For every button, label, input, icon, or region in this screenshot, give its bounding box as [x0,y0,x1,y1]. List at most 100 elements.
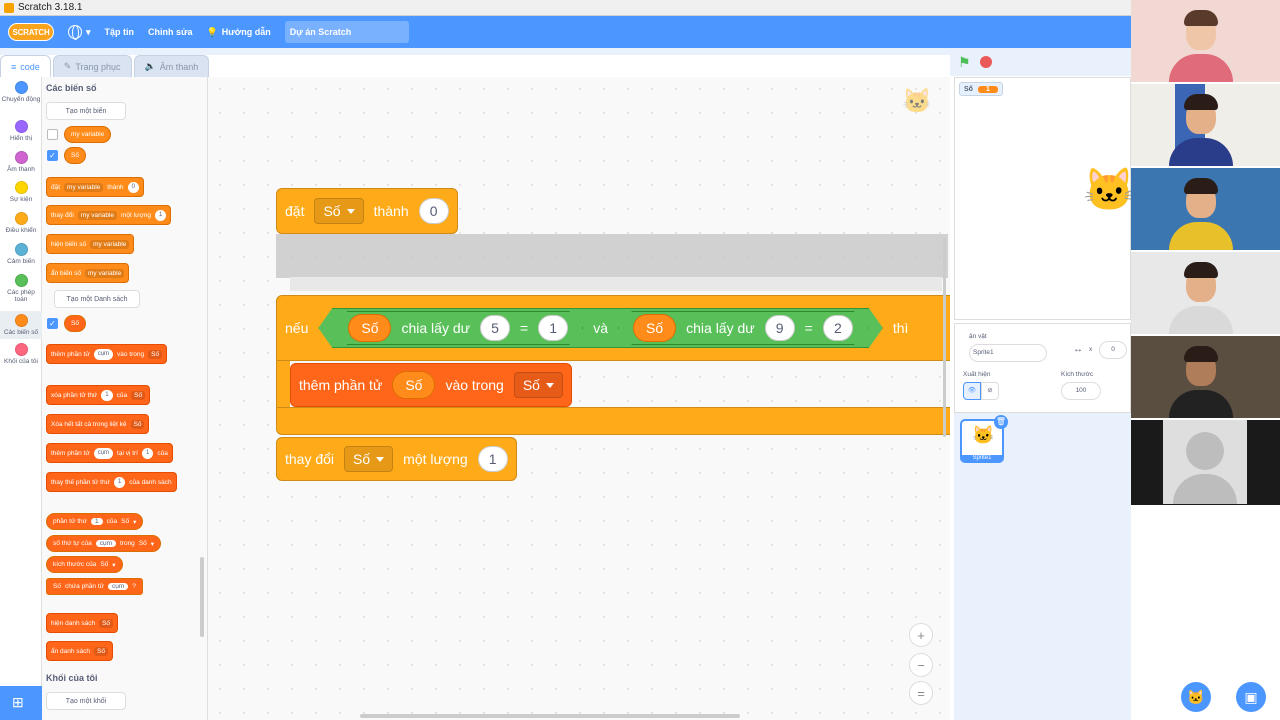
list-dropdown[interactable]: Số [99,618,114,628]
item-input[interactable]: cụm [95,540,116,547]
tab-costumes[interactable]: ✎ Trang phục [52,55,132,77]
hide-list-block[interactable]: ẩn danh sách Số [46,641,113,661]
add-to-list-block[interactable]: thêm phần tử cụm vào trong Số [46,344,168,364]
item-input[interactable]: cụm [93,348,114,360]
set-variable-block[interactable]: đặt my variable thành 0 [46,177,144,197]
zoom-in-button[interactable]: + [909,623,933,647]
category-looks[interactable]: Hiển thị [0,120,42,142]
cat-sprite-icon[interactable]: 🐱 [1083,166,1135,215]
script-area[interactable]: 🐱 đặt Số thành 0 nếu Số chia lấy dư 5 = … [208,77,950,720]
show-variable-block[interactable]: hiện biến số my variable [46,234,135,254]
variable-monitor[interactable]: Số 1 [959,82,1003,96]
category-motion[interactable]: Chuyển động [0,81,42,103]
var-checkbox-checked[interactable]: ✓ [47,150,58,161]
x-input[interactable]: 0 [1099,341,1127,359]
remainder-input[interactable]: 2 [823,315,853,341]
list-dropdown[interactable]: Số [148,349,163,359]
category-variables[interactable]: Các biến số [0,311,42,339]
add-backdrop-button[interactable]: ▣ [1236,682,1266,712]
set-variable-block[interactable]: đặt Số thành 0 [276,188,458,234]
variable-dropdown[interactable]: my variable [90,239,130,249]
variable-reporter[interactable]: Số [633,314,676,342]
zoom-out-button[interactable]: − [909,653,933,677]
variable-reporter[interactable]: Số [392,371,436,399]
make-block-button[interactable]: Tạo một khối [46,692,126,710]
category-myblocks[interactable]: Khối của tôi [0,343,42,365]
variable-dropdown[interactable]: Số [344,446,394,472]
sprite-name-input[interactable]: Sprite1 [969,344,1047,362]
remainder-input[interactable]: 1 [538,315,568,341]
stop-icon[interactable] [980,56,992,68]
divisor-input[interactable]: 5 [480,315,510,341]
language-menu[interactable]: ▾ [68,25,91,40]
divisor-input[interactable]: 9 [765,315,795,341]
index-input[interactable]: 1 [141,447,154,459]
category-operators[interactable]: Các phép toán [0,274,42,303]
add-extension-button[interactable]: ⊞ [0,686,42,720]
index-input[interactable]: 1 [101,389,113,401]
sprite-thumbnail[interactable]: 🐱 Sprite1 🗑 [960,415,1008,463]
green-flag-icon[interactable]: ⚑ [958,55,972,69]
file-menu[interactable]: Tập tin [105,27,135,37]
show-eye-icon[interactable]: 👁 [963,382,981,400]
length-of-reporter[interactable]: kích thước của Số ▾ [46,556,123,573]
item-input[interactable]: cụm [108,583,129,590]
zoom-reset-button[interactable]: = [909,681,933,705]
list-dropdown[interactable]: Số [100,561,108,568]
add-sprite-button[interactable]: 🐱 [1181,682,1211,712]
make-list-button[interactable]: Tạo một Danh sách [54,290,140,308]
insert-at-block[interactable]: thêm phần tử cụm tại vị trí 1 của [46,443,173,463]
change-variable-block[interactable]: thay đổi my variable một lượng 1 [46,205,172,225]
and-boolean[interactable]: Số chia lấy dư 5 = 1 và Số chia lấy dư 9… [318,308,882,348]
variable-dropdown[interactable]: my variable [85,268,125,278]
equals-boolean-left[interactable]: Số chia lấy dư 5 = 1 [333,311,583,345]
value-input[interactable]: 0 [418,198,449,224]
replace-item-block[interactable]: thay thế phần tử thứ 1 của danh sách [46,472,177,492]
change-variable-block[interactable]: thay đổi Số một lượng 1 [276,437,517,481]
equals-boolean-right[interactable]: Số chia lấy dư 9 = 2 [618,311,868,345]
list-reporter[interactable]: Số [64,315,86,332]
list-dropdown[interactable]: Số [121,518,129,525]
category-sensing[interactable]: Cảm biến [0,243,42,265]
variable-reporter[interactable]: Số [64,147,86,164]
hide-eye-icon[interactable]: ⊘ [981,382,999,400]
script-horizontal-scrollbar[interactable] [360,714,740,718]
tutorials-button[interactable]: 💡 Hướng dẫn [207,27,271,38]
contains-boolean[interactable]: Số chứa phần tử cụm? [46,578,143,595]
list-dropdown[interactable]: Số [94,646,108,656]
delete-item-block[interactable]: xóa phần tử thứ 1 của Số [46,385,151,405]
project-title-input[interactable]: Dự án Scratch [284,21,409,43]
item-of-reporter[interactable]: phần tử thứ 1 của Số ▾ [46,513,144,530]
variable-reporter[interactable]: my variable [64,126,112,143]
list-dropdown[interactable]: Số [513,372,563,398]
value-input[interactable]: 1 [477,446,508,472]
index-input[interactable]: 1 [91,518,103,525]
hide-variable-block[interactable]: ẩn biến số my variable [46,263,130,283]
trash-icon[interactable]: 🗑 [994,415,1008,429]
index-input[interactable]: 1 [113,476,126,488]
size-input[interactable]: 100 [1061,382,1101,400]
variable-dropdown[interactable]: my variable [77,210,118,220]
palette-scrollbar[interactable] [200,557,204,637]
value-input[interactable]: 0 [127,181,139,193]
tab-sounds[interactable]: 🔈 Âm thanh [133,55,210,77]
value-input[interactable]: 1 [154,209,167,221]
variable-dropdown[interactable]: my variable [64,182,104,192]
script-vertical-scrollbar[interactable] [943,237,946,437]
list-checkbox-checked[interactable]: ✓ [47,318,58,329]
edit-menu[interactable]: Chỉnh sửa [148,27,193,37]
make-variable-button[interactable]: Tạo một biến [46,102,126,120]
list-dropdown[interactable]: Số [139,540,147,547]
tab-code[interactable]: ≡ code [0,55,51,77]
list-dropdown[interactable]: Số [131,390,146,400]
delete-all-block[interactable]: Xóa hết tất cả trong liệt kê Số [46,414,150,434]
category-control[interactable]: Điều khiển [0,212,42,234]
category-sound[interactable]: Âm thanh [0,151,42,173]
stage[interactable]: Số 1 🐱 [954,77,1135,320]
index-of-reporter[interactable]: số thứ tự của cụm trong Số ▾ [46,535,162,552]
list-dropdown[interactable]: Số [53,583,61,590]
if-then-block[interactable]: nếu Số chia lấy dư 5 = 1 và Số chia lấy … [276,295,950,361]
variable-reporter[interactable]: Số [348,314,391,342]
var-checkbox[interactable] [47,129,58,140]
scratch-logo[interactable]: SCRATCH [8,23,54,41]
